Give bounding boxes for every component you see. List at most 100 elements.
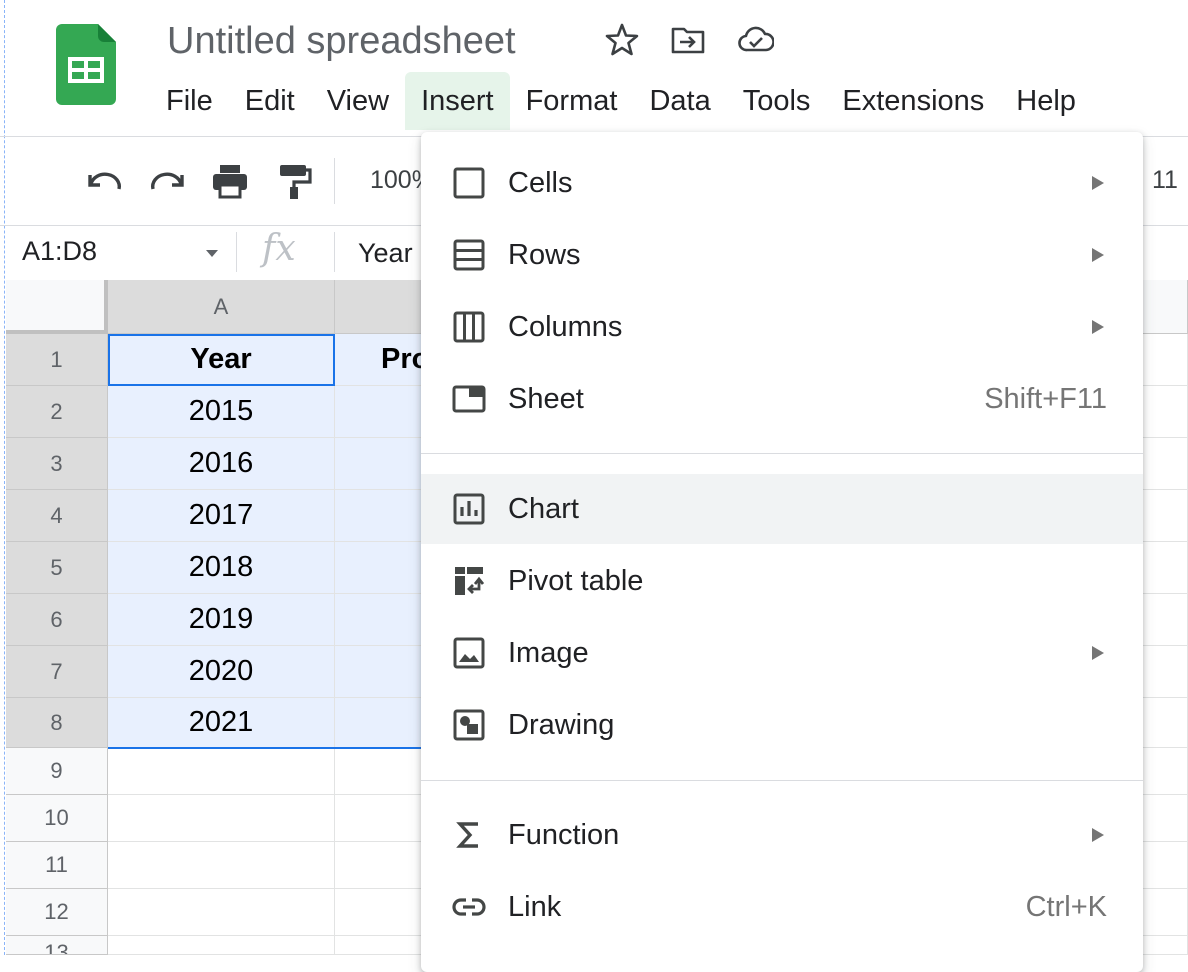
cell[interactable] [108, 842, 335, 889]
cell[interactable] [335, 889, 425, 936]
cell-a4[interactable]: 2017 [108, 490, 335, 542]
menu-format[interactable]: Format [510, 72, 634, 130]
menu-item-sheet[interactable]: Sheet Shift+F11 [421, 364, 1143, 434]
cell-a2[interactable]: 2015 [108, 386, 335, 438]
column-header-a[interactable]: A [108, 280, 335, 334]
menu-item-columns[interactable]: Columns [421, 292, 1143, 362]
cell[interactable] [1143, 646, 1188, 698]
redo-icon[interactable] [148, 161, 188, 201]
cell[interactable] [1143, 542, 1188, 594]
cell[interactable] [108, 936, 335, 955]
menu-item-label: Chart [508, 493, 579, 525]
cell[interactable] [108, 748, 335, 795]
cell[interactable] [1143, 748, 1188, 795]
menu-item-cells[interactable]: Cells [421, 148, 1143, 218]
row-header[interactable]: 9 [6, 748, 108, 795]
cell-b3[interactable] [335, 438, 425, 490]
cell-a8[interactable]: 2021 [108, 698, 335, 748]
menu-extensions[interactable]: Extensions [826, 72, 1000, 130]
row-header[interactable]: 2 [6, 386, 108, 438]
cell-a5[interactable]: 2018 [108, 542, 335, 594]
cell[interactable] [1143, 438, 1188, 490]
menu-item-pivot-table[interactable]: Pivot table [421, 546, 1143, 616]
row-header[interactable]: 3 [6, 438, 108, 490]
cell[interactable] [335, 842, 425, 889]
name-box[interactable]: A1:D8 [22, 236, 97, 267]
formula-input[interactable]: Year [358, 238, 413, 269]
cell[interactable] [1143, 490, 1188, 542]
row-header[interactable]: 12 [6, 889, 108, 936]
cloud-saved-icon[interactable] [738, 22, 774, 58]
cell-a3[interactable]: 2016 [108, 438, 335, 490]
menu-item-label: Image [508, 637, 589, 669]
function-sigma-icon [456, 822, 478, 848]
column-header-b[interactable] [335, 280, 425, 334]
document-title[interactable]: Untitled spreadsheet [167, 18, 516, 64]
cell[interactable] [108, 889, 335, 936]
cell-a6[interactable]: 2019 [108, 594, 335, 646]
cell[interactable] [1143, 698, 1188, 748]
cell[interactable] [1143, 795, 1188, 842]
row-header[interactable]: 5 [6, 542, 108, 594]
menu-view[interactable]: View [311, 72, 405, 130]
cell-b7[interactable] [335, 646, 425, 698]
row-header[interactable]: 11 [6, 842, 108, 889]
menu-edit[interactable]: Edit [229, 72, 311, 130]
cell-b2[interactable] [335, 386, 425, 438]
undo-icon[interactable] [84, 161, 124, 201]
row-header[interactable]: 10 [6, 795, 108, 842]
cell[interactable] [1143, 386, 1188, 438]
row-header[interactable]: 13 [6, 936, 108, 955]
row-header[interactable]: 7 [6, 646, 108, 698]
cell[interactable] [1143, 842, 1188, 889]
cell[interactable] [1143, 594, 1188, 646]
move-to-folder-icon[interactable] [670, 22, 706, 58]
pivot-table-icon [455, 567, 485, 595]
row-header[interactable]: 8 [6, 698, 108, 748]
cell[interactable] [335, 936, 425, 955]
select-all-corner[interactable] [6, 280, 108, 334]
fx-icon: fx [262, 228, 296, 269]
cell[interactable] [108, 795, 335, 842]
font-size-input[interactable]: 11 [1152, 166, 1178, 195]
print-icon[interactable] [210, 161, 250, 201]
menu-tools[interactable]: Tools [727, 72, 827, 130]
menu-item-label: Pivot table [508, 565, 644, 597]
cell[interactable] [335, 748, 425, 795]
menu-item-function[interactable]: Function [421, 800, 1143, 870]
submenu-arrow-icon [1092, 320, 1104, 334]
menu-file[interactable]: File [150, 72, 229, 130]
menu-divider [421, 453, 1143, 454]
menu-item-label: Columns [508, 311, 623, 343]
cell[interactable] [1143, 936, 1188, 955]
cell-b8[interactable] [335, 698, 425, 748]
menu-item-drawing[interactable]: Drawing [421, 690, 1143, 760]
menu-item-link[interactable]: Link Ctrl+K [421, 872, 1143, 942]
submenu-arrow-icon [1092, 176, 1104, 190]
cell-b4[interactable] [335, 490, 425, 542]
cell[interactable] [335, 795, 425, 842]
cell-b5[interactable] [335, 542, 425, 594]
column-header-e[interactable] [1143, 280, 1188, 334]
paint-format-icon[interactable] [274, 161, 314, 201]
menu-item-rows[interactable]: Rows [421, 220, 1143, 290]
cell[interactable] [1143, 889, 1188, 936]
cell-a7[interactable]: 2020 [108, 646, 335, 698]
cell-b6[interactable] [335, 594, 425, 646]
row-header[interactable]: 4 [6, 490, 108, 542]
row-header[interactable]: 6 [6, 594, 108, 646]
menu-item-chart[interactable]: Chart [421, 474, 1143, 544]
star-icon[interactable] [604, 22, 640, 58]
menu-help[interactable]: Help [1000, 72, 1092, 130]
cell-b1[interactable]: Pro [335, 334, 425, 386]
rows-icon [453, 239, 485, 271]
menu-insert[interactable]: Insert [405, 72, 510, 130]
menu-data[interactable]: Data [633, 72, 726, 130]
row-header[interactable]: 1 [6, 334, 108, 386]
cell[interactable] [1143, 334, 1188, 386]
menu-item-image[interactable]: Image [421, 618, 1143, 688]
menu-bar: File Edit View Insert Format Data Tools … [150, 72, 1092, 130]
sheets-logo-icon [56, 24, 116, 105]
shortcut-label: Ctrl+K [1025, 891, 1107, 923]
name-box-dropdown-icon[interactable] [206, 250, 218, 257]
